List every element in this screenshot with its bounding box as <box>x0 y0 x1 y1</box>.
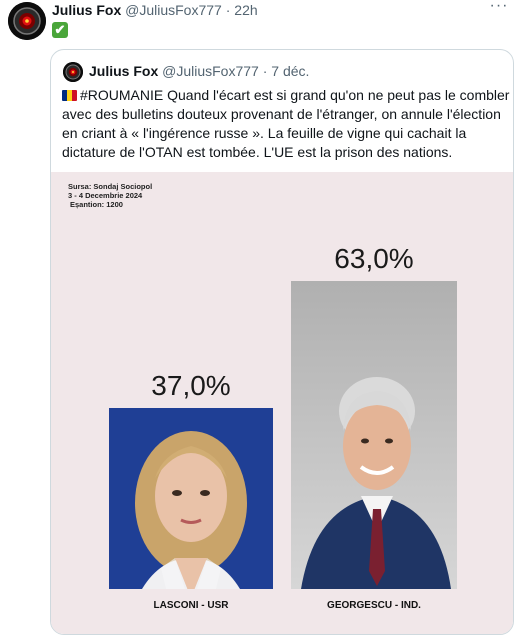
category-label-right: GEORGESCU - IND. <box>327 600 421 611</box>
quoted-author-handle[interactable]: @JuliusFox777 <box>162 63 259 79</box>
quoted-author-name[interactable]: Julius Fox <box>89 63 158 79</box>
quoted-text: #ROUMANIE Quand l'écart est si grand qu'… <box>62 86 510 162</box>
tweet-timestamp[interactable]: 22h <box>234 2 257 18</box>
quoted-tweet[interactable]: Julius Fox @JuliusFox777 · 7 déc. #ROUMA… <box>50 49 514 635</box>
candidate-portrait-left <box>109 408 273 589</box>
source-line: Eșantion: 1200 <box>70 200 123 209</box>
author-avatar[interactable] <box>8 2 46 40</box>
separator-dot: · <box>225 2 231 18</box>
quoted-header: Julius Fox @JuliusFox777 · 7 déc. <box>89 62 309 80</box>
more-options-button[interactable]: ··· <box>488 0 510 18</box>
source-line: Sursa: Sondaj Sociopol <box>68 182 153 191</box>
value-label-left: 37,0% <box>151 370 231 401</box>
romania-flag-icon <box>62 90 77 101</box>
poll-image[interactable]: Sursa: Sondaj Sociopol 3 - 4 Decembrie 2… <box>51 172 513 634</box>
value-label-right: 63,0% <box>334 243 414 274</box>
tweet-header: Julius Fox @JuliusFox777 · 22h <box>52 1 258 19</box>
category-label-left: LASCONI - USR <box>153 600 229 611</box>
poll-source: Sursa: Sondaj Sociopol 3 - 4 Decembrie 2… <box>68 182 152 209</box>
author-handle[interactable]: @JuliusFox777 <box>125 2 222 18</box>
candidate-portrait-right <box>291 281 457 589</box>
check-mark-emoji: ✔ <box>52 22 68 38</box>
hal-eye-icon <box>63 62 83 82</box>
quoted-text-body: #ROUMANIE Quand l'écart est si grand qu'… <box>62 87 510 160</box>
source-line: 3 - 4 Decembrie 2024 <box>68 191 143 200</box>
hal-eye-icon <box>8 2 46 40</box>
bar-georgescu <box>291 281 457 589</box>
bar-lasconi <box>109 408 273 589</box>
separator-dot: · <box>262 63 268 79</box>
author-name[interactable]: Julius Fox <box>52 2 121 18</box>
quoted-timestamp[interactable]: 7 déc. <box>271 63 309 79</box>
quoted-author-avatar[interactable] <box>63 62 83 82</box>
